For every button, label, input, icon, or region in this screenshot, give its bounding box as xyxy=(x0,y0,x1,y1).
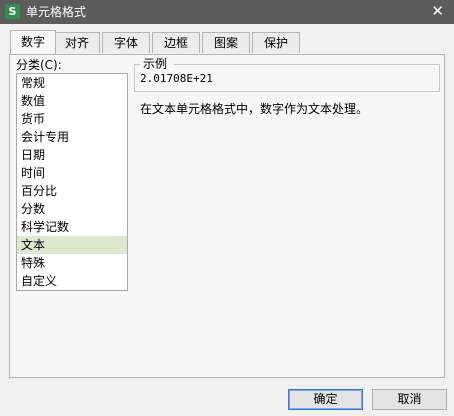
category-item-text[interactable]: 文本 xyxy=(17,236,127,254)
dialog-title: 单元格格式 xyxy=(26,5,87,19)
category-label: 分类(C): xyxy=(16,58,62,72)
tab-border[interactable]: 边框 xyxy=(152,32,200,53)
category-item-accounting[interactable]: 会计专用 xyxy=(17,128,127,146)
category-item-special[interactable]: 特殊 xyxy=(17,254,127,272)
title-bar[interactable]: S 单元格格式 ✕ xyxy=(0,0,454,24)
category-item-date[interactable]: 日期 xyxy=(17,146,127,164)
cancel-button[interactable]: 取消 xyxy=(372,389,447,410)
category-item-currency[interactable]: 货币 xyxy=(17,110,127,128)
tab-protection[interactable]: 保护 xyxy=(252,32,300,53)
sample-value: 2.01708E+21 xyxy=(140,72,213,85)
tab-font[interactable]: 字体 xyxy=(102,32,150,53)
category-item-number[interactable]: 数值 xyxy=(17,92,127,110)
category-item-scientific[interactable]: 科学记数 xyxy=(17,218,127,236)
category-item-custom[interactable]: 自定义 xyxy=(17,272,127,290)
ok-button[interactable]: 确定 xyxy=(288,389,363,410)
tab-number[interactable]: 数字 xyxy=(10,30,56,54)
format-description: 在文本单元格格式中，数字作为文本处理。 xyxy=(140,102,369,116)
close-icon[interactable]: ✕ xyxy=(431,2,444,20)
tab-alignment[interactable]: 对齐 xyxy=(54,32,100,53)
category-item-percentage[interactable]: 百分比 xyxy=(17,182,127,200)
category-item-time[interactable]: 时间 xyxy=(17,164,127,182)
category-item-general[interactable]: 常规 xyxy=(17,74,127,92)
category-list[interactable]: 常规 数值 货币 会计专用 日期 时间 百分比 分数 科学记数 文本 特殊 自定… xyxy=(16,73,128,291)
wps-app-icon: S xyxy=(5,4,20,19)
category-item-fraction[interactable]: 分数 xyxy=(17,200,127,218)
tab-pattern[interactable]: 图案 xyxy=(202,32,250,53)
sample-label: 示例 xyxy=(143,57,168,71)
